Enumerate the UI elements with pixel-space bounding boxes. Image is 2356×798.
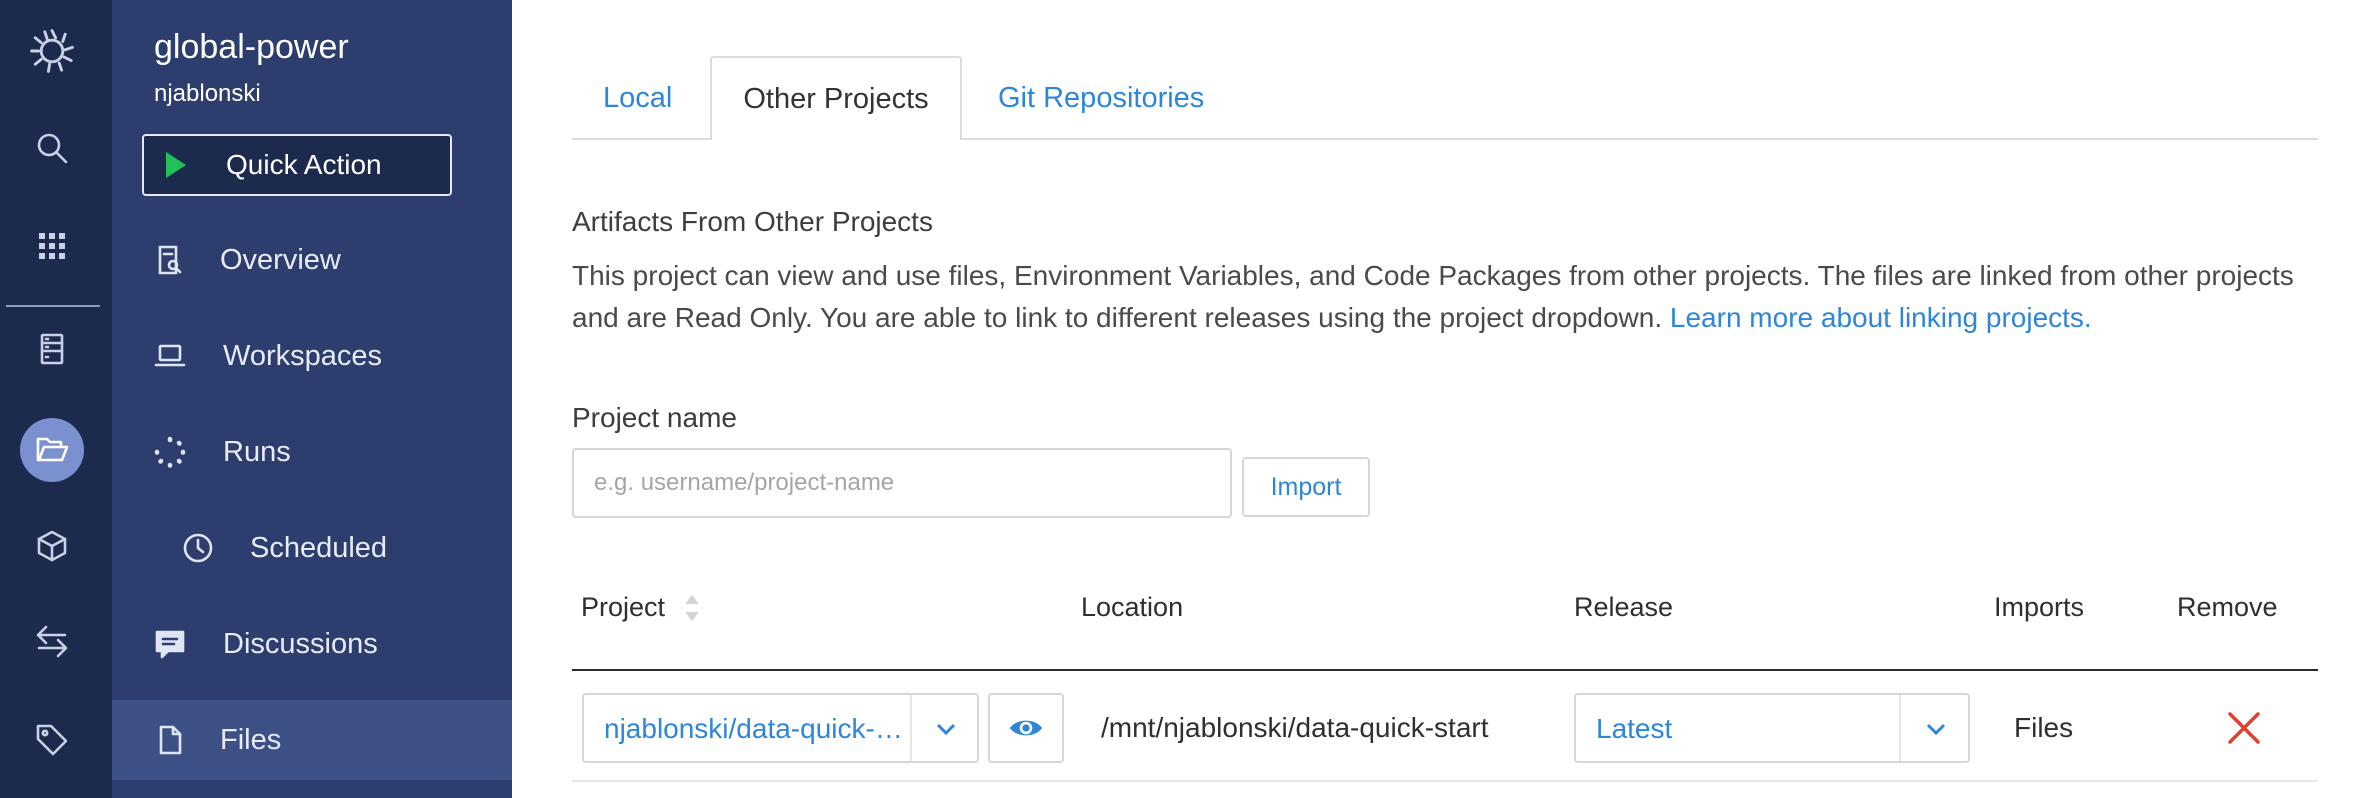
table-header-rule bbox=[572, 669, 2318, 671]
sidebar-item-label: Workspaces bbox=[223, 339, 383, 372]
location-value: /mnt/njablonski/data-quick-start bbox=[1101, 712, 1489, 743]
folder-icon[interactable] bbox=[0, 415, 104, 485]
projects-icon[interactable] bbox=[0, 314, 104, 384]
sidebar-item-label: Scheduled bbox=[250, 531, 388, 564]
quick-action-label: Quick Action bbox=[226, 149, 382, 180]
release-select[interactable]: Latest bbox=[1574, 693, 1970, 763]
section-description: This project can view and use files, Env… bbox=[572, 255, 2302, 339]
sidebar-item-label: Discussions bbox=[223, 627, 378, 660]
clock-icon bbox=[183, 533, 213, 563]
sort-icon[interactable] bbox=[682, 590, 702, 626]
select-separator bbox=[910, 695, 912, 761]
import-button[interactable]: Import bbox=[1242, 457, 1370, 517]
column-header-project[interactable]: Project bbox=[581, 592, 665, 623]
project-owner[interactable]: njablonski bbox=[154, 80, 261, 108]
tag-icon[interactable] bbox=[0, 705, 104, 775]
project-sidebar: global-power njablonski Quick Action Ove… bbox=[112, 0, 512, 798]
release-select-value: Latest bbox=[1596, 713, 1673, 744]
play-icon bbox=[166, 152, 186, 178]
spinner-icon bbox=[154, 436, 186, 468]
project-name[interactable]: global-power bbox=[154, 28, 349, 67]
grid-icon[interactable] bbox=[0, 211, 104, 281]
quick-action-button[interactable]: Quick Action bbox=[142, 134, 452, 196]
sidebar-item-overview[interactable]: Overview bbox=[112, 220, 512, 300]
sidebar-item-scheduled[interactable]: Scheduled bbox=[112, 508, 512, 588]
sidebar-item-label: Overview bbox=[220, 243, 341, 276]
column-header-imports: Imports bbox=[1994, 592, 2085, 622]
laptop-icon bbox=[154, 344, 186, 367]
chevron-down-icon bbox=[1924, 719, 1948, 739]
tab-local[interactable]: Local bbox=[603, 56, 672, 140]
tab-git-repositories[interactable]: Git Repositories bbox=[998, 56, 1204, 140]
icon-rail bbox=[0, 0, 112, 798]
sidebar-item-runs[interactable]: Runs bbox=[112, 412, 512, 492]
sidebar-item-files[interactable]: Files bbox=[112, 700, 512, 780]
transfer-icon[interactable] bbox=[0, 606, 104, 676]
file-icon bbox=[159, 725, 182, 755]
remove-icon[interactable] bbox=[2226, 710, 2262, 746]
logo-icon[interactable] bbox=[0, 16, 104, 86]
sidebar-item-workspaces[interactable]: Workspaces bbox=[112, 316, 512, 396]
column-header-remove: Remove bbox=[2177, 592, 2278, 622]
chevron-down-icon bbox=[934, 719, 958, 739]
chat-icon bbox=[155, 630, 185, 659]
column-header-release: Release bbox=[1574, 592, 1674, 622]
sidebar-item-label: Files bbox=[220, 723, 282, 756]
project-select[interactable]: njablonski/data-quick-start bbox=[582, 693, 979, 763]
select-separator bbox=[1899, 695, 1901, 761]
project-name-input[interactable] bbox=[572, 448, 1232, 518]
imports-value: Files bbox=[2014, 712, 2074, 743]
section-title: Artifacts From Other Projects bbox=[572, 206, 933, 237]
overview-icon bbox=[158, 245, 182, 275]
column-header-location: Location bbox=[1081, 592, 1184, 622]
row-divider bbox=[572, 780, 2318, 782]
rail-divider bbox=[6, 305, 100, 307]
cube-icon[interactable] bbox=[0, 511, 104, 581]
search-icon[interactable] bbox=[0, 113, 104, 183]
learn-more-link[interactable]: Learn more about linking projects. bbox=[1670, 302, 2092, 333]
view-project-button[interactable] bbox=[988, 693, 1064, 763]
sidebar-item-discussions[interactable]: Discussions bbox=[112, 604, 512, 684]
sidebar-item-label: Runs bbox=[223, 435, 291, 468]
eye-icon bbox=[1009, 720, 1043, 736]
project-select-value: njablonski/data-quick-start bbox=[604, 713, 908, 744]
project-name-label: Project name bbox=[572, 402, 737, 433]
tab-other-projects[interactable]: Other Projects bbox=[710, 56, 962, 140]
